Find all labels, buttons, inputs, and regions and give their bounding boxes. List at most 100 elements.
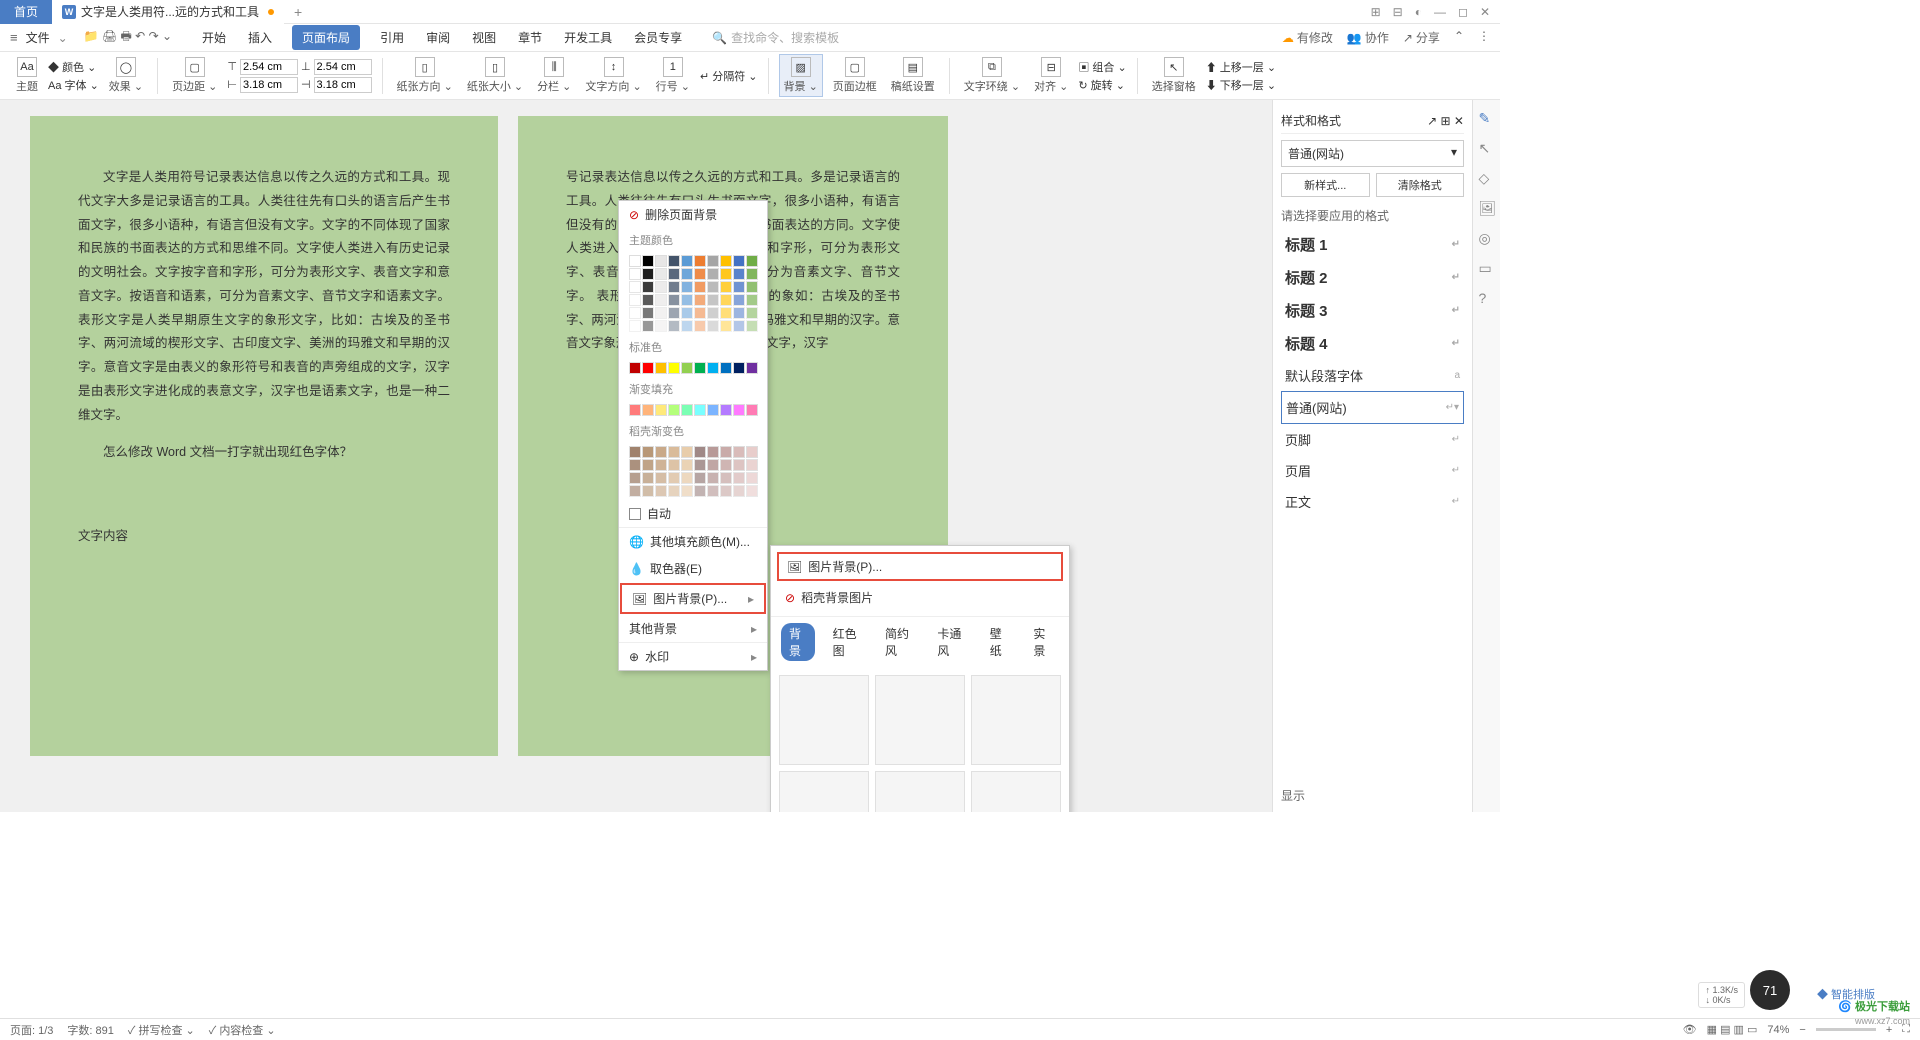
shape-icon[interactable]: ◇: [1479, 170, 1495, 186]
page-indicator[interactable]: 页面: 1/3: [10, 1022, 53, 1038]
zoom-level[interactable]: 74%: [1767, 1024, 1789, 1036]
paper-settings-button[interactable]: ▤稿纸设置: [887, 57, 939, 94]
bg-tab[interactable]: 背景: [781, 623, 815, 661]
theme-button[interactable]: Aa主题: [12, 57, 42, 94]
tab-reference[interactable]: 引用: [378, 25, 406, 50]
delete-bg-item[interactable]: ⊘删除页面背景: [619, 201, 767, 228]
tab-chapter[interactable]: 章节: [516, 25, 544, 50]
style-h2[interactable]: 标题 2↵: [1281, 261, 1464, 294]
layout-icon[interactable]: ▦ ▤ ▥ ▭: [1707, 1023, 1758, 1036]
style-h4[interactable]: 标题 4↵: [1281, 327, 1464, 360]
combine-button[interactable]: ▣ 组合 ⌄: [1078, 59, 1126, 75]
margin-bottom-input[interactable]: [314, 59, 372, 75]
picture-bg-submenu-item[interactable]: 🖼图片背景(P)...: [777, 552, 1063, 581]
spell-check[interactable]: ✓ 拼写检查 ⌄: [128, 1022, 195, 1038]
columns-button[interactable]: ⫼分栏 ⌄: [533, 57, 575, 94]
text-wrap-button[interactable]: ⧉文字环绕 ⌄: [960, 57, 1024, 94]
word-count[interactable]: 字数: 891: [67, 1022, 113, 1038]
docer-gradient-grid[interactable]: [619, 443, 767, 500]
select-icon[interactable]: ↖: [1479, 140, 1495, 156]
font-button[interactable]: Aa 字体 ⌄: [48, 77, 99, 93]
background-button[interactable]: ▨背景 ⌄: [779, 54, 823, 97]
clear-format-button[interactable]: 清除格式: [1376, 173, 1465, 197]
picture-bg-item[interactable]: 🖼图片背景(P)...▸: [622, 585, 764, 612]
style-h1[interactable]: 标题 1↵: [1281, 228, 1464, 261]
more-icon[interactable]: ⋮: [1478, 29, 1490, 46]
tab-view[interactable]: 视图: [470, 25, 498, 50]
minimize-button[interactable]: —: [1434, 5, 1446, 19]
image-icon[interactable]: 🖼: [1479, 200, 1495, 216]
format-icon[interactable]: ✎: [1479, 110, 1495, 126]
close-button[interactable]: ✕: [1480, 5, 1490, 19]
view-mode-icon[interactable]: 👁: [1683, 1023, 1697, 1036]
line-number-button[interactable]: 1行号 ⌄: [652, 57, 694, 94]
standard-color-grid[interactable]: [619, 359, 767, 377]
page-border-button[interactable]: ▢页面边框: [829, 57, 881, 94]
book-icon[interactable]: ▭: [1479, 260, 1495, 276]
style-default-font[interactable]: 默认段落字体a: [1281, 360, 1464, 391]
changes-button[interactable]: ☁有修改: [1282, 29, 1333, 46]
rotate-button[interactable]: ↻ 旋转 ⌄: [1078, 77, 1126, 93]
current-style-select[interactable]: 普通(网站)▾: [1281, 140, 1464, 167]
watermark-item[interactable]: ⊕水印▸: [619, 643, 767, 670]
tab-add[interactable]: +: [284, 1, 312, 23]
send-backward-button[interactable]: ⬇ 下移一层 ⌄: [1206, 77, 1276, 93]
gradient-color-grid[interactable]: [619, 401, 767, 419]
margin-left-input[interactable]: [240, 77, 298, 93]
performance-monitor[interactable]: 71: [1750, 970, 1790, 1010]
align-button[interactable]: ⊟对齐 ⌄: [1030, 57, 1072, 94]
theme-color-grid[interactable]: [619, 252, 767, 335]
orientation-button[interactable]: ▯纸张方向 ⌄: [393, 57, 457, 94]
file-menu[interactable]: 文件: [26, 29, 50, 46]
avatar-icon[interactable]: ◐: [1415, 5, 1422, 19]
tab-document[interactable]: W 文字是人类用符...远的方式和工具: [52, 0, 284, 24]
effect-button[interactable]: ◯效果 ⌄: [105, 57, 147, 94]
margin-button[interactable]: ▢页边距 ⌄: [168, 57, 221, 94]
style-footer[interactable]: 页脚↵: [1281, 424, 1464, 455]
text-direction-button[interactable]: ↕文字方向 ⌄: [581, 57, 645, 94]
auto-color-item[interactable]: 自动: [619, 500, 767, 527]
layout-icon[interactable]: ⊞: [1371, 5, 1381, 19]
zoom-out[interactable]: −: [1799, 1024, 1805, 1036]
bg-tab[interactable]: 卡通风: [929, 623, 971, 661]
share-button[interactable]: ↗分享: [1403, 29, 1440, 46]
margin-top-input[interactable]: [240, 59, 298, 75]
content-check[interactable]: ✓ 内容检查 ⌄: [209, 1022, 276, 1038]
style-h3[interactable]: 标题 3↵: [1281, 294, 1464, 327]
document-canvas[interactable]: 文字是人类用符号记录表达信息以传之久远的方式和工具。现代文字大多是记录语言的工具…: [0, 100, 1272, 812]
more-fill-item[interactable]: 🌐其他填充颜色(M)...: [619, 528, 767, 555]
bg-thumb[interactable]: [971, 771, 1061, 812]
style-body[interactable]: 正文↵: [1281, 486, 1464, 517]
bg-tab[interactable]: 红色图: [825, 623, 867, 661]
tab-home[interactable]: 首页: [0, 0, 52, 24]
hamburger-icon[interactable]: ≡: [10, 30, 18, 45]
style-header[interactable]: 页眉↵: [1281, 455, 1464, 486]
bg-tab[interactable]: 实景: [1025, 623, 1059, 661]
other-bg-item[interactable]: 其他背景▸: [619, 615, 767, 642]
tab-review[interactable]: 审阅: [424, 25, 452, 50]
collab-button[interactable]: 👥协作: [1347, 29, 1389, 46]
bg-tab[interactable]: 壁纸: [982, 623, 1016, 661]
bg-thumb[interactable]: [779, 771, 869, 812]
margin-right-input[interactable]: [314, 77, 372, 93]
style-normal-web[interactable]: 普通(网站)↵▾: [1281, 391, 1464, 424]
bg-thumb[interactable]: [875, 771, 965, 812]
docer-bg-item[interactable]: ⊘稻壳背景图片: [777, 585, 1063, 610]
bg-tab[interactable]: 简约风: [877, 623, 919, 661]
separator-button[interactable]: ↵ 分隔符 ⌄: [700, 68, 758, 84]
bg-thumb[interactable]: [779, 675, 869, 765]
bg-thumb[interactable]: [971, 675, 1061, 765]
new-style-button[interactable]: 新样式...: [1281, 173, 1370, 197]
clip-icon[interactable]: ◎: [1479, 230, 1495, 246]
collapse-ribbon-icon[interactable]: ⌃: [1454, 29, 1464, 46]
help-icon[interactable]: ?: [1479, 290, 1495, 306]
maximize-button[interactable]: ◻: [1458, 5, 1468, 19]
tab-devtools[interactable]: 开发工具: [562, 25, 614, 50]
search-box[interactable]: 🔍 查找命令、搜索模板: [712, 29, 839, 46]
sidebar-tools[interactable]: ↗ ⊞ ✕: [1427, 114, 1464, 128]
tab-page-layout[interactable]: 页面布局: [292, 25, 360, 50]
paper-size-button[interactable]: ▯纸张大小 ⌄: [463, 57, 527, 94]
bring-forward-button[interactable]: ⬆ 上移一层 ⌄: [1206, 59, 1276, 75]
color-button[interactable]: ◆ 颜色 ⌄: [48, 59, 99, 75]
tab-start[interactable]: 开始: [200, 25, 228, 50]
